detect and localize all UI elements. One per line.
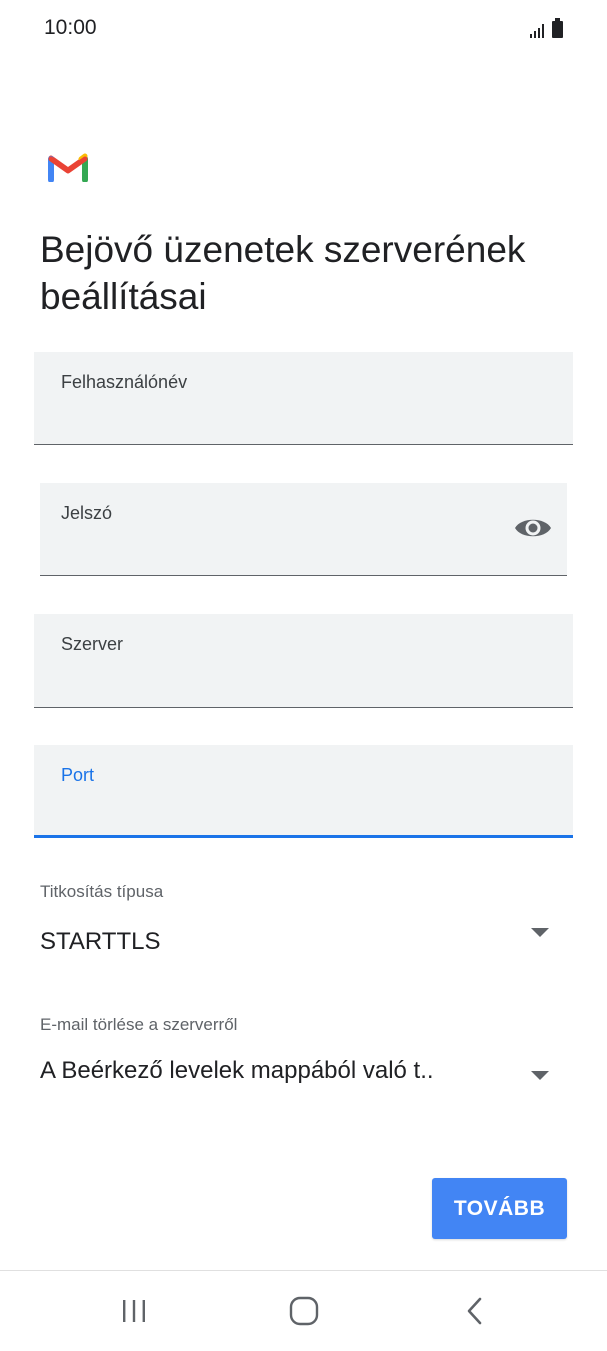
signal-icon <box>530 24 544 38</box>
port-label: Port <box>61 765 95 785</box>
status-bar: 10:00 <box>0 0 607 56</box>
recent-apps-icon[interactable] <box>114 1293 154 1329</box>
port-field[interactable]: Port <box>34 745 573 838</box>
password-field[interactable]: Jelszó <box>40 483 567 576</box>
chevron-down-icon[interactable] <box>531 928 549 937</box>
encryption-label: Titkosítás típusa <box>40 882 164 901</box>
battery-icon <box>552 18 563 38</box>
encryption-value: STARTTLS <box>40 928 161 955</box>
page-title: Bejövő üzenetek szerverének beállításai <box>40 229 526 317</box>
encryption-select[interactable]: Titkosítás típusa STARTTLS <box>40 882 560 956</box>
password-label: Jelszó <box>61 503 113 523</box>
delete-from-server-select[interactable]: E-mail törlése a szerverről A Beérkező l… <box>40 1015 560 1085</box>
chevron-down-icon[interactable] <box>531 1071 549 1080</box>
home-icon[interactable] <box>284 1293 324 1329</box>
eye-icon[interactable] <box>513 513 553 543</box>
gmail-logo <box>48 153 88 182</box>
status-icons <box>530 18 563 38</box>
status-time: 10:00 <box>44 16 97 39</box>
navigation-bar <box>0 1270 607 1351</box>
username-label: Felhasználónév <box>61 372 188 392</box>
username-field[interactable]: Felhasználónév <box>34 352 573 445</box>
server-field[interactable]: Szerver <box>34 614 573 708</box>
next-button[interactable]: TOVÁBB <box>432 1178 567 1239</box>
back-icon[interactable] <box>454 1293 494 1329</box>
delete-from-server-value: A Beérkező levelek mappából való t.. <box>40 1057 434 1084</box>
server-label: Szerver <box>61 634 124 654</box>
delete-from-server-label: E-mail törlése a szerverről <box>40 1015 238 1034</box>
